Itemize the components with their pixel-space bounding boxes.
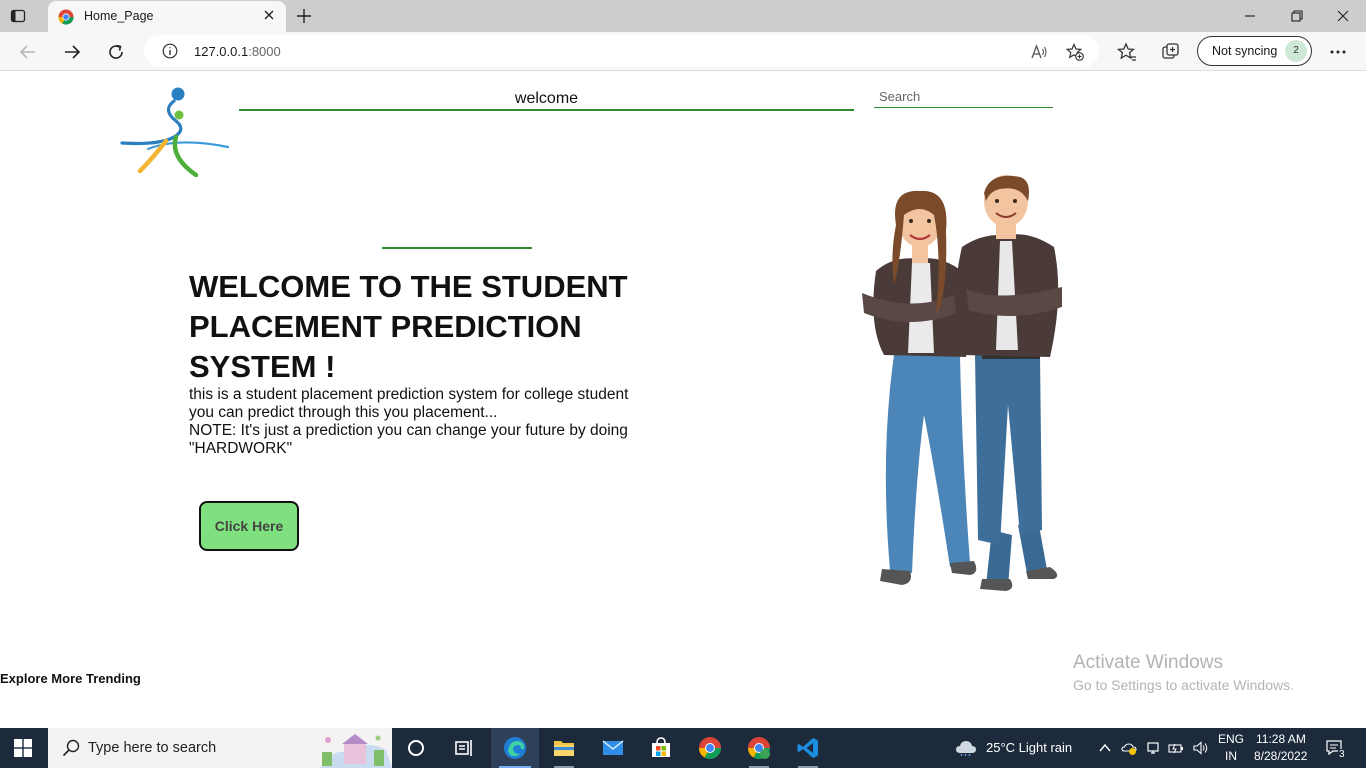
minimize-icon[interactable] — [1243, 9, 1257, 23]
profile-sync-button[interactable]: Not syncing 2 — [1197, 36, 1312, 66]
show-hidden-icons-icon[interactable] — [1097, 740, 1113, 756]
welcome-nav-link[interactable]: welcome — [239, 89, 854, 111]
search-highlight-illustration — [314, 728, 392, 768]
battery-icon[interactable] — [1168, 740, 1184, 756]
volume-icon[interactable] — [1192, 740, 1208, 756]
students-illustration — [862, 175, 1062, 591]
click-here-button[interactable]: Click Here — [199, 501, 299, 551]
taskbar-mail-button[interactable] — [589, 728, 637, 768]
taskbar-store-button[interactable] — [637, 728, 685, 768]
taskbar-search-text: Type here to search — [88, 740, 217, 756]
task-view-icon — [455, 740, 472, 756]
taskbar-edge-button[interactable] — [491, 728, 539, 768]
taskbar-file-explorer-button[interactable] — [540, 728, 588, 768]
vscode-icon — [797, 738, 818, 758]
male-student-figure — [956, 175, 1062, 591]
explore-more-heading[interactable]: Explore More Trending — [0, 671, 141, 686]
weather-cloud-icon[interactable] — [955, 740, 977, 756]
favorites-icon[interactable] — [1117, 42, 1137, 62]
tab-actions-icon[interactable] — [10, 8, 26, 24]
page-content: welcome WELCOME TO THE STUDENT PLACEMENT… — [0, 71, 1366, 728]
tab-close-icon[interactable] — [262, 8, 276, 22]
taskbar-search-box[interactable]: Type here to search — [48, 728, 392, 768]
onedrive-icon[interactable] — [1121, 740, 1137, 756]
region-indicator: IN — [1225, 749, 1237, 763]
collections-icon[interactable] — [1161, 42, 1181, 62]
female-student-figure — [862, 190, 977, 585]
site-info-icon[interactable] — [162, 43, 178, 59]
task-view-cortana-button[interactable] — [392, 728, 440, 768]
address-bar[interactable]: 127.0.0.1:8000 — [144, 35, 1099, 67]
taskbar-chrome-button[interactable] — [686, 728, 734, 768]
language-indicator[interactable]: ENG — [1218, 732, 1244, 746]
description-note: NOTE: It's just a prediction you can cha… — [189, 422, 628, 457]
description-line: you can predict through this you placeme… — [189, 404, 498, 421]
tab-title: Home_Page — [84, 9, 154, 23]
weather-text[interactable]: 25°C Light rain — [986, 740, 1072, 755]
task-view-button[interactable] — [440, 728, 488, 768]
new-tab-icon[interactable] — [296, 8, 312, 24]
clock-time[interactable]: 11:28 AM — [1256, 732, 1306, 746]
add-favorite-icon[interactable] — [1066, 43, 1084, 61]
activation-watermark-title: Activate Windows — [1073, 652, 1223, 673]
edge-icon — [504, 737, 526, 759]
cortana-icon — [408, 740, 424, 756]
description-line: this is a student placement prediction s… — [189, 386, 629, 403]
restore-icon[interactable] — [1290, 9, 1304, 23]
clock-date: 8/28/2022 — [1254, 749, 1308, 763]
site-logo[interactable] — [118, 85, 232, 177]
close-window-icon[interactable] — [1336, 9, 1350, 23]
activation-watermark-subtitle: Go to Settings to activate Windows. — [1073, 677, 1294, 693]
chrome-profile-icon — [748, 737, 770, 759]
chrome-favicon-icon — [58, 9, 74, 25]
windows-start-icon[interactable] — [14, 739, 32, 757]
more-menu-icon[interactable] — [1328, 42, 1348, 62]
folder-icon — [554, 741, 574, 756]
chrome-icon — [699, 737, 721, 759]
forward-icon[interactable] — [62, 42, 82, 62]
read-aloud-icon[interactable] — [1030, 43, 1048, 61]
page-headline: WELCOME TO THE STUDENT PLACEMENT PREDICT… — [189, 269, 628, 384]
sync-label: Not syncing — [1212, 44, 1278, 58]
sync-badge: 2 — [1285, 40, 1307, 62]
network-icon[interactable] — [1145, 740, 1161, 756]
reload-icon[interactable] — [106, 42, 126, 62]
back-icon[interactable] — [18, 42, 38, 62]
search-icon — [62, 739, 80, 757]
search-input[interactable] — [874, 85, 1053, 108]
description: this is a student placement prediction s… — [189, 386, 659, 458]
url-text: 127.0.0.1:8000 — [194, 44, 281, 59]
browser-tab-bar: Home_Page — [0, 0, 1366, 32]
taskbar-chrome-profile-button[interactable] — [735, 728, 783, 768]
browser-tab-active[interactable]: Home_Page — [48, 1, 286, 32]
windows-taskbar: Type here to search 25°C Light rain ENG … — [0, 728, 1366, 768]
store-icon — [652, 737, 670, 757]
taskbar-vscode-button[interactable] — [784, 728, 832, 768]
browser-toolbar: 127.0.0.1:8000 Not syncing 2 — [0, 32, 1366, 71]
notification-count-badge: 3 — [1338, 749, 1346, 760]
accent-divider — [382, 247, 532, 249]
mail-icon — [602, 740, 624, 755]
